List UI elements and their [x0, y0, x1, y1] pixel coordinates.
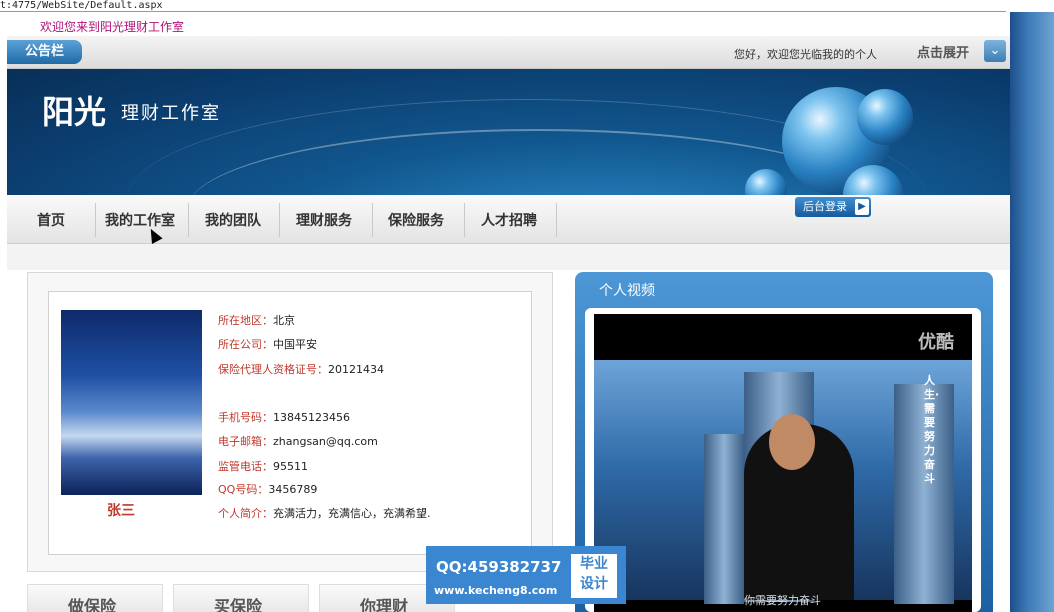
notice-tag: 公告栏 [7, 40, 82, 64]
nav-separator [279, 203, 280, 237]
field-value: zhangsan@qq.com [273, 435, 378, 448]
tile-label: 做保险 [68, 597, 117, 612]
field-label: 所在地区： [218, 314, 273, 327]
video-panel: 个人视频 优酷 人生·需要努力奋斗 你需要努力奋斗 [575, 272, 993, 612]
field-label: 监管电话： [218, 460, 273, 473]
field-label: QQ号码： [218, 483, 269, 496]
welcome-text: 欢迎您来到阳光理财工作室 [40, 20, 185, 34]
profile-field-bio: 个人简介：充满活力，充满信心，充满希望. [218, 505, 431, 521]
field-label: 所在公司： [218, 338, 273, 351]
profile-field-email: 电子邮箱：zhangsan@qq.com [218, 433, 378, 449]
video-player[interactable]: 优酷 人生·需要努力奋斗 你需要努力奋斗 [594, 314, 972, 612]
arrow-right-icon: ▶ [855, 199, 869, 215]
profile-field-hotline: 监管电话：95511 [218, 458, 308, 474]
tile-label: 买保险 [214, 597, 263, 612]
admin-login-button[interactable]: 后台登录 ▶ [795, 197, 871, 217]
nav-item-home[interactable]: 首页 [37, 210, 65, 230]
tile-do-insurance[interactable]: 做保险 [27, 584, 163, 612]
nav-separator [464, 203, 465, 237]
field-value: 充满活力，充满信心，充满希望. [273, 507, 431, 520]
field-value: 13845123456 [273, 411, 350, 424]
watermark-qq: QQ:459382737 [436, 558, 562, 576]
profile-card: 张三 所在地区：北京 所在公司：中国平安 保险代理人资格证号：20121434 … [27, 272, 553, 572]
brand-name: 阳光 [42, 93, 107, 131]
field-label: 电子邮箱： [218, 435, 273, 448]
field-value: 北京 [273, 314, 295, 327]
web-page: 欢迎您来到阳光理财工作室 公告栏 您好，欢迎您光临我的的个人 点击展开 ⌄ 阳光… [7, 12, 1010, 612]
nav-item-my-team[interactable]: 我的团队 [205, 210, 261, 230]
content-spacer [7, 244, 1010, 270]
nav-item-recruitment[interactable]: 人才招聘 [481, 210, 537, 230]
youku-logo: 优酷 [918, 332, 954, 353]
brand-subtitle: 理财工作室 [121, 103, 221, 124]
watermark-badge-line: 设计 [580, 576, 608, 592]
nav-separator [188, 203, 189, 237]
admin-login-label: 后台登录 [803, 200, 847, 213]
notice-bar: 公告栏 您好，欢迎您光临我的的个人 点击展开 ⌄ [7, 36, 1010, 69]
profile-name: 张三 [107, 503, 135, 519]
tile-buy-insurance[interactable]: 买保险 [173, 584, 309, 612]
address-bar[interactable]: t:4775/WebSite/Default.aspx [0, 0, 1006, 12]
desktop-background [1010, 12, 1054, 612]
video-building [704, 434, 744, 604]
field-label: 保险代理人资格证号： [218, 363, 328, 376]
video-panel-title: 个人视频 [599, 283, 655, 299]
nav-item-insurance-service[interactable]: 保险服务 [388, 210, 444, 230]
watermark-url: www.kecheng8.com [434, 584, 558, 597]
video-caption: 你需要努力奋斗 [744, 594, 821, 607]
field-value: 20121434 [328, 363, 384, 376]
field-label: 个人简介： [218, 507, 273, 520]
field-value: 中国平安 [273, 338, 317, 351]
profile-field-company: 所在公司：中国平安 [218, 336, 317, 352]
field-value: 95511 [273, 460, 308, 473]
top-welcome-bar: 欢迎您来到阳光理财工作室 [7, 12, 1010, 36]
profile-photo [61, 310, 202, 495]
video-person-head [769, 414, 815, 470]
video-frame: 优酷 人生·需要努力奋斗 你需要努力奋斗 [585, 308, 981, 612]
nav-separator [372, 203, 373, 237]
notice-message: 您好，欢迎您光临我的的个人 [734, 48, 877, 61]
profile-field-qq: QQ号码：3456789 [218, 481, 317, 497]
expand-label[interactable]: 点击展开 [917, 42, 969, 61]
profile-field-mobile: 手机号码：13845123456 [218, 409, 350, 425]
profile-field-region: 所在地区：北京 [218, 312, 295, 328]
field-label: 手机号码： [218, 411, 273, 424]
nav-item-finance-service[interactable]: 理财服务 [296, 210, 352, 230]
watermark-overlay: QQ:459382737 www.kecheng8.com 毕业 设计 [426, 546, 626, 604]
nav-separator [95, 203, 96, 237]
watermark-badge: 毕业 设计 [571, 554, 617, 598]
tile-label: 你理财 [360, 597, 409, 612]
field-value: 3456789 [268, 483, 318, 496]
nav-item-my-studio[interactable]: 我的工作室 [105, 210, 175, 230]
nav-separator [556, 203, 557, 237]
watermark-badge-line: 毕业 [580, 556, 608, 572]
profile-field-license: 保险代理人资格证号：20121434 [218, 361, 384, 377]
double-chevron-down-icon[interactable]: ⌄ [984, 40, 1006, 62]
video-vertical-text: 人生·需要努力奋斗 [924, 374, 940, 485]
globe-image [857, 89, 913, 145]
header-banner: 阳光 理财工作室 [7, 69, 1010, 195]
profile-inner: 张三 所在地区：北京 所在公司：中国平安 保险代理人资格证号：20121434 … [48, 291, 532, 555]
